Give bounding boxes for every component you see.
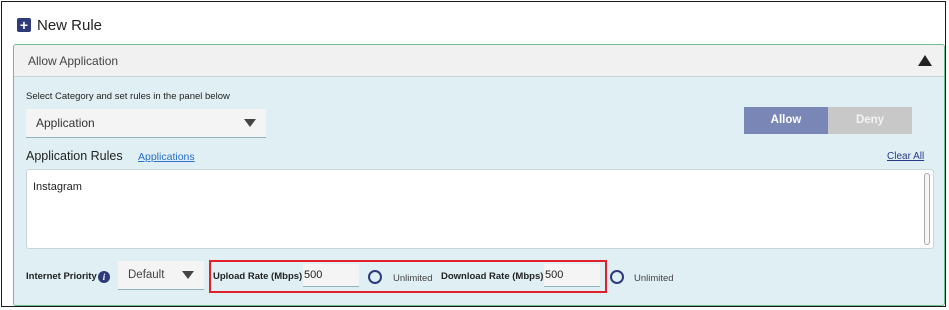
new-rule-title: New Rule <box>37 16 103 34</box>
chevron-down-icon <box>182 271 194 279</box>
allow-button[interactable]: Allow <box>744 107 828 134</box>
download-rate-input[interactable]: 500 <box>544 264 600 287</box>
applications-link[interactable]: Applications <box>138 151 195 163</box>
info-icon[interactable]: i <box>98 271 110 283</box>
internet-priority-value: Default <box>128 269 165 281</box>
textarea-scrollbar[interactable] <box>924 173 930 245</box>
upload-rate-input[interactable]: 500 <box>303 264 359 287</box>
download-rate-label: Download Rate (Mbps) <box>441 271 544 282</box>
category-value: Application <box>36 116 95 130</box>
application-rules-textarea[interactable]: Instagram <box>26 169 934 249</box>
rule-accordion: Allow Application Select Category and se… <box>13 44 945 306</box>
upload-unlimited-radio[interactable] <box>368 270 382 284</box>
application-rules-title: Application Rules <box>26 149 123 163</box>
internet-priority-label: Internet Priority <box>26 271 97 282</box>
category-select[interactable]: Application <box>26 109 266 138</box>
rules-text: Instagram <box>33 181 82 193</box>
new-rule-header[interactable]: + New Rule <box>17 16 102 34</box>
chevron-down-icon <box>244 119 256 127</box>
collapse-triangle-icon[interactable] <box>918 55 932 66</box>
plus-icon[interactable]: + <box>17 18 31 32</box>
category-label: Select Category and set rules in the pan… <box>26 91 230 102</box>
download-unlimited-label: Unlimited <box>634 273 674 284</box>
upload-rate-label: Upload Rate (Mbps) <box>213 271 303 282</box>
upload-unlimited-label: Unlimited <box>393 273 433 284</box>
internet-priority-select[interactable]: Default <box>118 261 204 290</box>
accordion-title: Allow Application <box>28 53 119 68</box>
clear-all-link[interactable]: Clear All <box>887 151 924 162</box>
accordion-header[interactable]: Allow Application <box>14 45 944 77</box>
download-unlimited-radio[interactable] <box>610 270 624 284</box>
deny-button[interactable]: Deny <box>828 107 912 134</box>
